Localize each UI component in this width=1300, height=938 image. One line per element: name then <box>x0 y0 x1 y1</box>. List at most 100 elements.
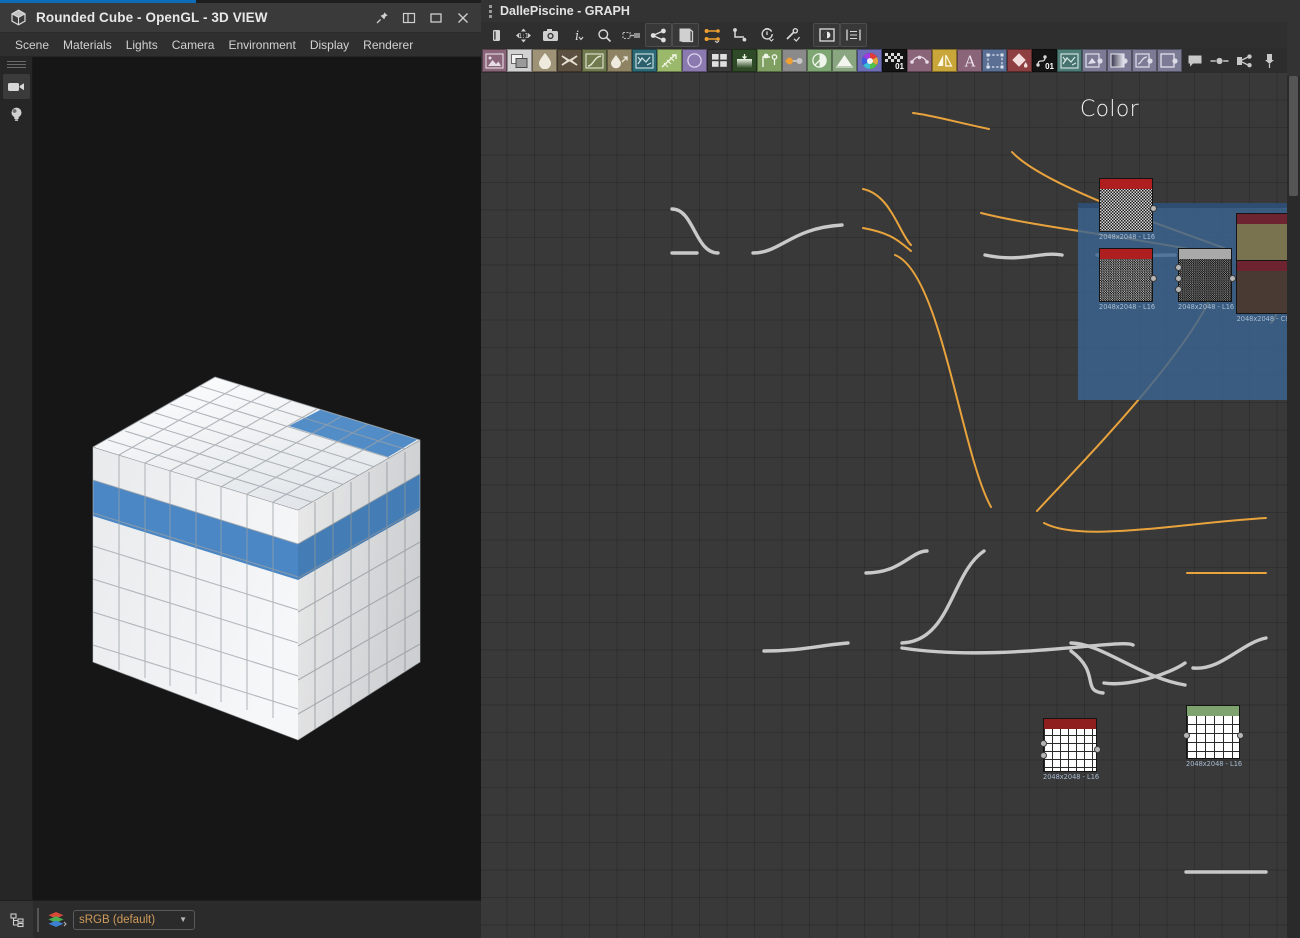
node-item[interactable]: 2048x2048 - L16 <box>1099 248 1157 311</box>
menu-item-scene[interactable]: Scene <box>8 35 56 55</box>
histogram-node-icon[interactable] <box>832 49 857 72</box>
3d-view-title: Rounded Cube - OpenGL - 3D VIEW <box>36 10 268 25</box>
pin-icon[interactable] <box>1257 49 1282 72</box>
graph-layout-icon[interactable] <box>645 23 672 47</box>
emboss-node-icon[interactable] <box>657 49 682 72</box>
info-icon[interactable]: i <box>564 23 591 47</box>
input-pin[interactable] <box>1175 264 1182 271</box>
node-header <box>1044 719 1096 729</box>
maximize-icon[interactable] <box>424 7 448 29</box>
input-pin[interactable] <box>1040 752 1047 759</box>
pin-icon[interactable] <box>370 7 394 29</box>
graph-title: DallePiscine - GRAPH <box>500 4 630 18</box>
output-pin[interactable] <box>1150 275 1157 282</box>
scrollbar-thumb[interactable] <box>1289 76 1298 196</box>
node-label: 2048x2048 - L16 <box>1099 303 1156 311</box>
node-graph-canvas[interactable]: Color 2048x2048 - L16 2048x2048 - L16 20… <box>481 73 1300 938</box>
layers-icon[interactable] <box>47 911 67 928</box>
shape-splatter-icon[interactable] <box>757 49 782 72</box>
3d-viewport[interactable] <box>33 57 481 900</box>
comment-icon[interactable] <box>1182 49 1207 72</box>
new-graph-icon[interactable] <box>483 23 510 47</box>
input-pin[interactable] <box>1040 740 1047 747</box>
gradient-node-icon[interactable] <box>682 49 707 72</box>
node-thumbnail <box>1043 718 1097 772</box>
svg-text:i: i <box>575 29 579 43</box>
graph-vertical-scrollbar[interactable] <box>1287 0 1300 938</box>
3d-view-title-bar: Rounded Cube - OpenGL - 3D VIEW <box>0 3 481 33</box>
text-node-icon[interactable]: A <box>957 49 982 72</box>
drag-handle-icon[interactable] <box>485 3 495 19</box>
input-pin[interactable] <box>1175 286 1182 293</box>
blend-node-icon[interactable] <box>507 49 532 72</box>
align-nodes-icon[interactable] <box>699 23 726 47</box>
node-label: 2048x2048 - L16 <box>1178 303 1235 311</box>
normal-node-icon[interactable] <box>907 49 932 72</box>
fill-node-icon[interactable] <box>1007 49 1032 72</box>
height-blend-icon[interactable] <box>732 49 757 72</box>
preview-toggle-icon[interactable] <box>813 23 840 47</box>
rounded-cube-render <box>88 362 481 762</box>
directional-warp-icon[interactable] <box>607 49 632 72</box>
tools-icon[interactable] <box>780 23 807 47</box>
node-item[interactable]: 2048x2048 - L16 <box>1175 248 1236 311</box>
input-pin[interactable] <box>1183 732 1190 739</box>
input-pin[interactable] <box>1175 275 1182 282</box>
node-item[interactable]: 2048x2048 - L16 <box>1040 718 1101 781</box>
blur-node-icon[interactable] <box>532 49 557 72</box>
node-item[interactable]: 2048x2048 - L16 <box>1099 178 1157 241</box>
timer-icon[interactable] <box>753 23 780 47</box>
split-panel-icon[interactable] <box>397 7 421 29</box>
graph-panel: DallePiscine - GRAPH 1:1 i 01 A 01 Color… <box>481 0 1300 938</box>
export-icon[interactable] <box>1232 49 1257 72</box>
menu-item-lights[interactable]: Lights <box>119 35 165 55</box>
levels-node-icon[interactable]: 01 <box>882 49 907 72</box>
output-pin[interactable] <box>1094 746 1101 753</box>
node-item[interactable]: 2048x2048 - L16 <box>1183 705 1244 768</box>
material-curve-icon[interactable] <box>1132 49 1157 72</box>
connect-nodes-icon[interactable] <box>618 23 645 47</box>
output-pin[interactable] <box>1150 205 1157 212</box>
sidebar-grip[interactable] <box>6 61 26 69</box>
node-header <box>1187 706 1239 716</box>
shuffle-node-icon[interactable] <box>557 49 582 72</box>
menu-item-materials[interactable]: Materials <box>56 35 119 55</box>
output-pin[interactable] <box>1229 275 1236 282</box>
navigation-pin-icon[interactable] <box>1207 49 1232 72</box>
grid-node-icon[interactable] <box>707 49 732 72</box>
search-icon[interactable] <box>591 23 618 47</box>
3d-view-menu-bar: Scene Materials Lights Camera Environmen… <box>0 33 481 57</box>
menu-item-renderer[interactable]: Renderer <box>356 35 420 55</box>
node-item[interactable]: 2048x2048 - C8 <box>1236 260 1294 323</box>
distance-node-icon[interactable] <box>632 49 657 72</box>
light-bulb-icon[interactable] <box>3 102 30 127</box>
close-icon[interactable] <box>451 7 475 29</box>
fit-view-icon[interactable]: 1:1 <box>510 23 537 47</box>
menu-item-camera[interactable]: Camera <box>165 35 222 55</box>
selection-node-icon[interactable] <box>982 49 1007 72</box>
transform-node-icon[interactable] <box>782 49 807 72</box>
menu-item-environment[interactable]: Environment <box>221 35 302 55</box>
spline-badge-label: 01 <box>1045 62 1054 71</box>
material-frame-icon[interactable] <box>1157 49 1182 72</box>
curve-node-icon[interactable] <box>582 49 607 72</box>
colorspace-select[interactable]: sRGB (default) ▼ <box>73 909 195 930</box>
bitmap-node-icon[interactable] <box>482 49 507 72</box>
output-pin[interactable] <box>1237 732 1244 739</box>
duplicate-icon[interactable] <box>672 23 699 47</box>
3d-view-bottom-bar: sRGB (default) ▼ <box>0 900 481 938</box>
link-style-icon[interactable] <box>726 23 753 47</box>
node-header <box>1100 249 1152 259</box>
camera-snapshot-icon[interactable] <box>537 23 564 47</box>
spline-node-icon[interactable]: 01 <box>1032 49 1057 72</box>
camera-icon[interactable] <box>2 74 30 99</box>
mirror-node-icon[interactable] <box>932 49 957 72</box>
material-blend-icon[interactable] <box>1082 49 1107 72</box>
menu-item-display[interactable]: Display <box>303 35 356 55</box>
warp-node-icon[interactable] <box>1057 49 1082 72</box>
hsl-node-icon[interactable] <box>857 49 882 72</box>
frame-selection-icon[interactable] <box>840 23 867 47</box>
invert-node-icon[interactable] <box>807 49 832 72</box>
scene-tree-icon[interactable] <box>0 900 33 938</box>
material-gradient-icon[interactable] <box>1107 49 1132 72</box>
